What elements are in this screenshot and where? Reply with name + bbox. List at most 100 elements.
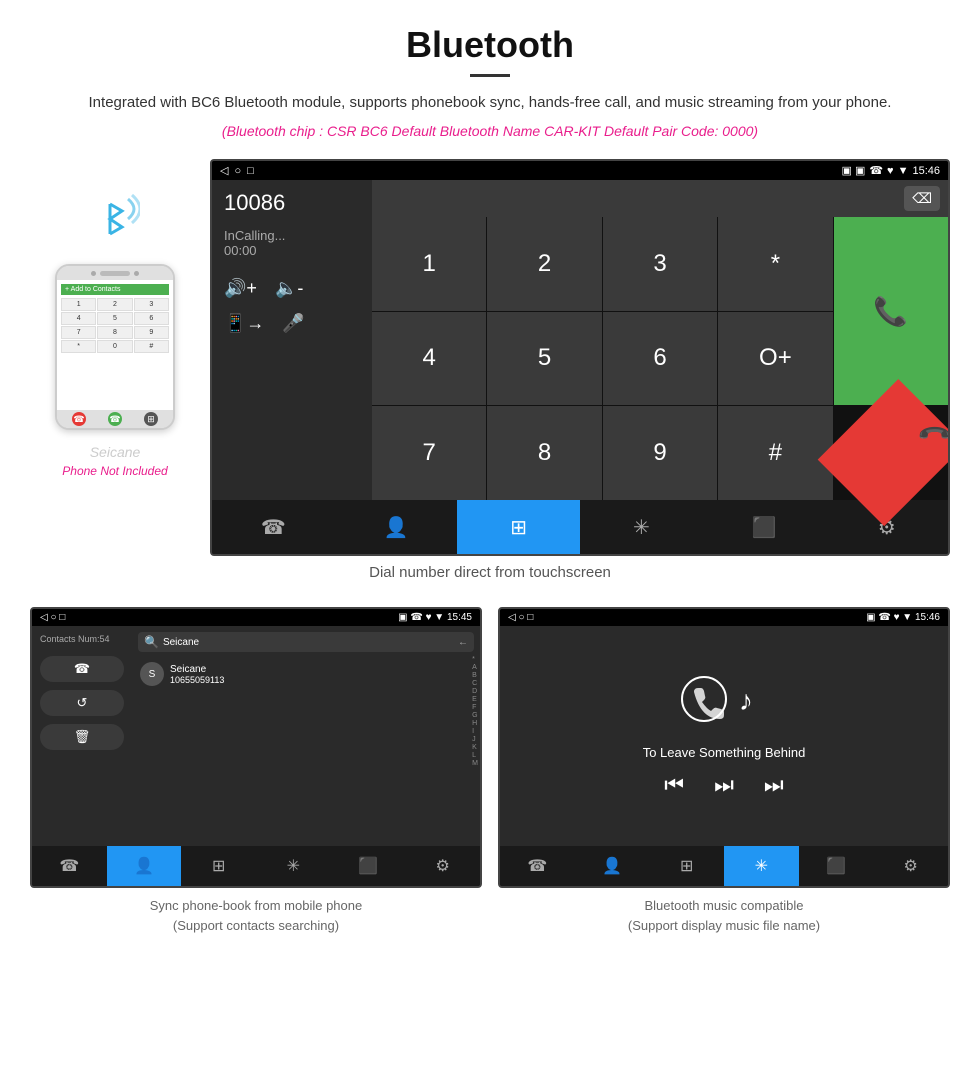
dial-key-hash[interactable]: # — [718, 406, 832, 500]
music-label: Bluetooth music compatible (Support disp… — [628, 896, 820, 935]
seicane-watermark: Seicane — [90, 444, 141, 460]
contacts-status-bar: ◁ ○ □ ▣ ☎ ♥ ▼ 15:45 — [32, 609, 480, 626]
dial-key-7[interactable]: 7 — [372, 406, 486, 500]
dial-key-8[interactable]: 8 — [487, 406, 601, 500]
car-nav-bluetooth[interactable]: ✳ — [580, 500, 703, 554]
contacts-nav-icons: ◁ ○ □ — [40, 612, 65, 623]
header-specs: (Bluetooth chip : CSR BC6 Default Blueto… — [40, 123, 940, 139]
volume-up-icon[interactable]: 🔊+ — [224, 278, 257, 299]
contacts-call-btn[interactable]: ☎ — [40, 656, 124, 682]
music-status-icons: ▣ ☎ ♥ ▼ 15:46 — [866, 612, 940, 623]
music-play-btn[interactable]: ⏭ — [714, 772, 734, 798]
dial-key-4[interactable]: 4 — [372, 312, 486, 406]
music-next-btn[interactable]: ⏭ — [764, 772, 784, 798]
contacts-sync-btn[interactable]: ↺ — [40, 690, 124, 716]
music-nav-contacts[interactable]: 👤 — [575, 846, 650, 886]
contacts-search-bar[interactable]: 🔍 ← — [138, 632, 474, 652]
wifi-icon: ▼ — [898, 165, 909, 177]
alpha-list: * A B C D E F G H I J K L M — [472, 656, 478, 767]
contacts-nav-contacts[interactable]: 👤 — [107, 846, 182, 886]
music-sub-label: (Support display music file name) — [628, 916, 820, 936]
contacts-label: Sync phone-book from mobile phone (Suppo… — [150, 896, 362, 935]
music-nav-settings[interactable]: ⚙ — [873, 846, 948, 886]
dial-key-3[interactable]: 3 — [603, 217, 717, 311]
music-status-bar: ◁ ○ □ ▣ ☎ ♥ ▼ 15:46 — [500, 609, 948, 626]
page-header: Bluetooth Integrated with BC6 Bluetooth … — [0, 0, 980, 149]
dial-key-0plus[interactable]: O+ — [718, 312, 832, 406]
mic-icon[interactable]: 🎤 — [282, 313, 304, 334]
phone-end-btn: ☎ — [72, 412, 86, 426]
car-nav-phone[interactable]: ☎ — [212, 500, 335, 554]
music-song-title: To Leave Something Behind — [643, 745, 806, 760]
dial-key-5[interactable]: 5 — [487, 312, 601, 406]
transfer-icon[interactable]: 📱→ — [224, 313, 264, 334]
car-nav-transfer[interactable]: ⬛ — [703, 500, 826, 554]
contacts-nav-transfer[interactable]: ⬛ — [331, 846, 406, 886]
music-screen: ◁ ○ □ ▣ ☎ ♥ ▼ 15:46 ♪ — [498, 607, 950, 888]
music-nav-bluetooth[interactable]: ✳ — [724, 846, 799, 886]
dial-key-1[interactable]: 1 — [372, 217, 486, 311]
music-main: ♪ To Leave Something Behind ⏮ ⏭ ⏭ — [500, 626, 948, 846]
contacts-nav-phone[interactable]: ☎ — [32, 846, 107, 886]
music-icon-area: ♪ — [679, 674, 769, 733]
car-calling-label: InCalling... — [224, 228, 360, 243]
music-nav-transfer[interactable]: ⬛ — [799, 846, 874, 886]
car-phone-number: 10086 — [224, 190, 360, 216]
music-demo: ◁ ○ □ ▣ ☎ ♥ ▼ 15:46 ♪ — [498, 607, 950, 935]
contacts-nav-bluetooth[interactable]: ✳ — [256, 846, 331, 886]
volume-down-icon[interactable]: 🔈- — [275, 278, 303, 299]
contacts-backspace[interactable]: ← — [458, 637, 468, 648]
car-transfer-row: 📱→ 🎤 — [224, 313, 360, 334]
music-prev-btn[interactable]: ⏮ — [664, 772, 684, 798]
contacts-screen: ◁ ○ □ ▣ ☎ ♥ ▼ 15:45 Contacts Num:54 ☎ ↺ … — [30, 607, 482, 888]
car-left-panel: 10086 InCalling... 00:00 🔊+ 🔈- 📱→ 🎤 — [212, 180, 372, 500]
contacts-status-icons: ▣ ☎ ♥ ▼ 15:45 — [398, 612, 472, 623]
phone-add-contact: + Add to Contacts — [61, 284, 169, 295]
car-nav-bar: ☎ 👤 ⊞ ✳ ⬛ ⚙ — [212, 500, 948, 554]
phone-side: + Add to Contacts 1 2 3 4 5 6 7 8 9 * 0 … — [30, 189, 200, 478]
dial-key-9[interactable]: 9 — [603, 406, 717, 500]
dial-input-row: ⌫ — [372, 180, 948, 217]
location-icon: ♥ — [887, 165, 894, 177]
car-nav-contacts[interactable]: 👤 — [335, 500, 458, 554]
car-right-panel: ⌫ 1 2 3 * 📞 4 5 6 O+ 7 8 9 — [372, 180, 948, 500]
dial-key-2[interactable]: 2 — [487, 217, 601, 311]
page-title: Bluetooth — [40, 24, 940, 66]
contacts-main: Contacts Num:54 ☎ ↺ 🗑 🔍 ← S Seicane — [32, 626, 480, 846]
phone-bottom-bar: ☎ ☎ ⊞ — [57, 410, 173, 428]
contact-info: Seicane 10655059113 — [170, 664, 224, 685]
car-status-right: ▣ ▣ ☎ ♥ ▼ 15:46 — [842, 164, 941, 177]
dial-input[interactable] — [380, 190, 898, 208]
car-status-left: ◁ ○ □ — [220, 164, 254, 177]
bluetooth-icon — [90, 189, 140, 258]
contacts-nav-dialpad[interactable]: ⊞ — [181, 846, 256, 886]
dial-label: Dial number direct from touchscreen — [0, 556, 980, 597]
contacts-right-panel: 🔍 ← S Seicane 10655059113 * A — [132, 626, 480, 846]
contacts-nav-bar: ☎ 👤 ⊞ ✳ ⬛ ⚙ — [32, 846, 480, 886]
contacts-count: Contacts Num:54 — [40, 634, 124, 644]
dial-key-star[interactable]: * — [718, 217, 832, 311]
contacts-demo: ◁ ○ □ ▣ ☎ ♥ ▼ 15:45 Contacts Num:54 ☎ ↺ … — [30, 607, 482, 935]
music-nav-icons: ◁ ○ □ — [508, 612, 533, 623]
music-phone-icon — [679, 674, 729, 733]
back-icon: ◁ — [220, 164, 228, 177]
phone-call-btn: ☎ — [108, 412, 122, 426]
music-nav-phone[interactable]: ☎ — [500, 846, 575, 886]
contact-list-item[interactable]: S Seicane 10655059113 — [138, 658, 474, 690]
contact-name: Seicane — [170, 664, 224, 675]
main-demo-row: + Add to Contacts 1 2 3 4 5 6 7 8 9 * 0 … — [0, 149, 980, 556]
search-icon: 🔍 — [144, 635, 159, 649]
phone-mockup: + Add to Contacts 1 2 3 4 5 6 7 8 9 * 0 … — [55, 264, 175, 430]
music-nav-bar: ☎ 👤 ⊞ ✳ ⬛ ⚙ — [500, 846, 948, 886]
dial-key-call[interactable]: 📞 — [834, 217, 948, 405]
time-display: 15:46 — [912, 165, 940, 177]
dial-key-6[interactable]: 6 — [603, 312, 717, 406]
contact-phone: 10655059113 — [170, 675, 224, 685]
contacts-delete-btn[interactable]: 🗑 — [40, 724, 124, 750]
backspace-button[interactable]: ⌫ — [904, 186, 940, 211]
music-nav-dialpad[interactable]: ⊞ — [649, 846, 724, 886]
car-nav-dialpad[interactable]: ⊞ — [457, 500, 580, 554]
contacts-nav-settings[interactable]: ⚙ — [405, 846, 480, 886]
music-controls: ⏮ ⏭ ⏭ — [664, 772, 783, 798]
contacts-search-input[interactable] — [163, 637, 454, 648]
